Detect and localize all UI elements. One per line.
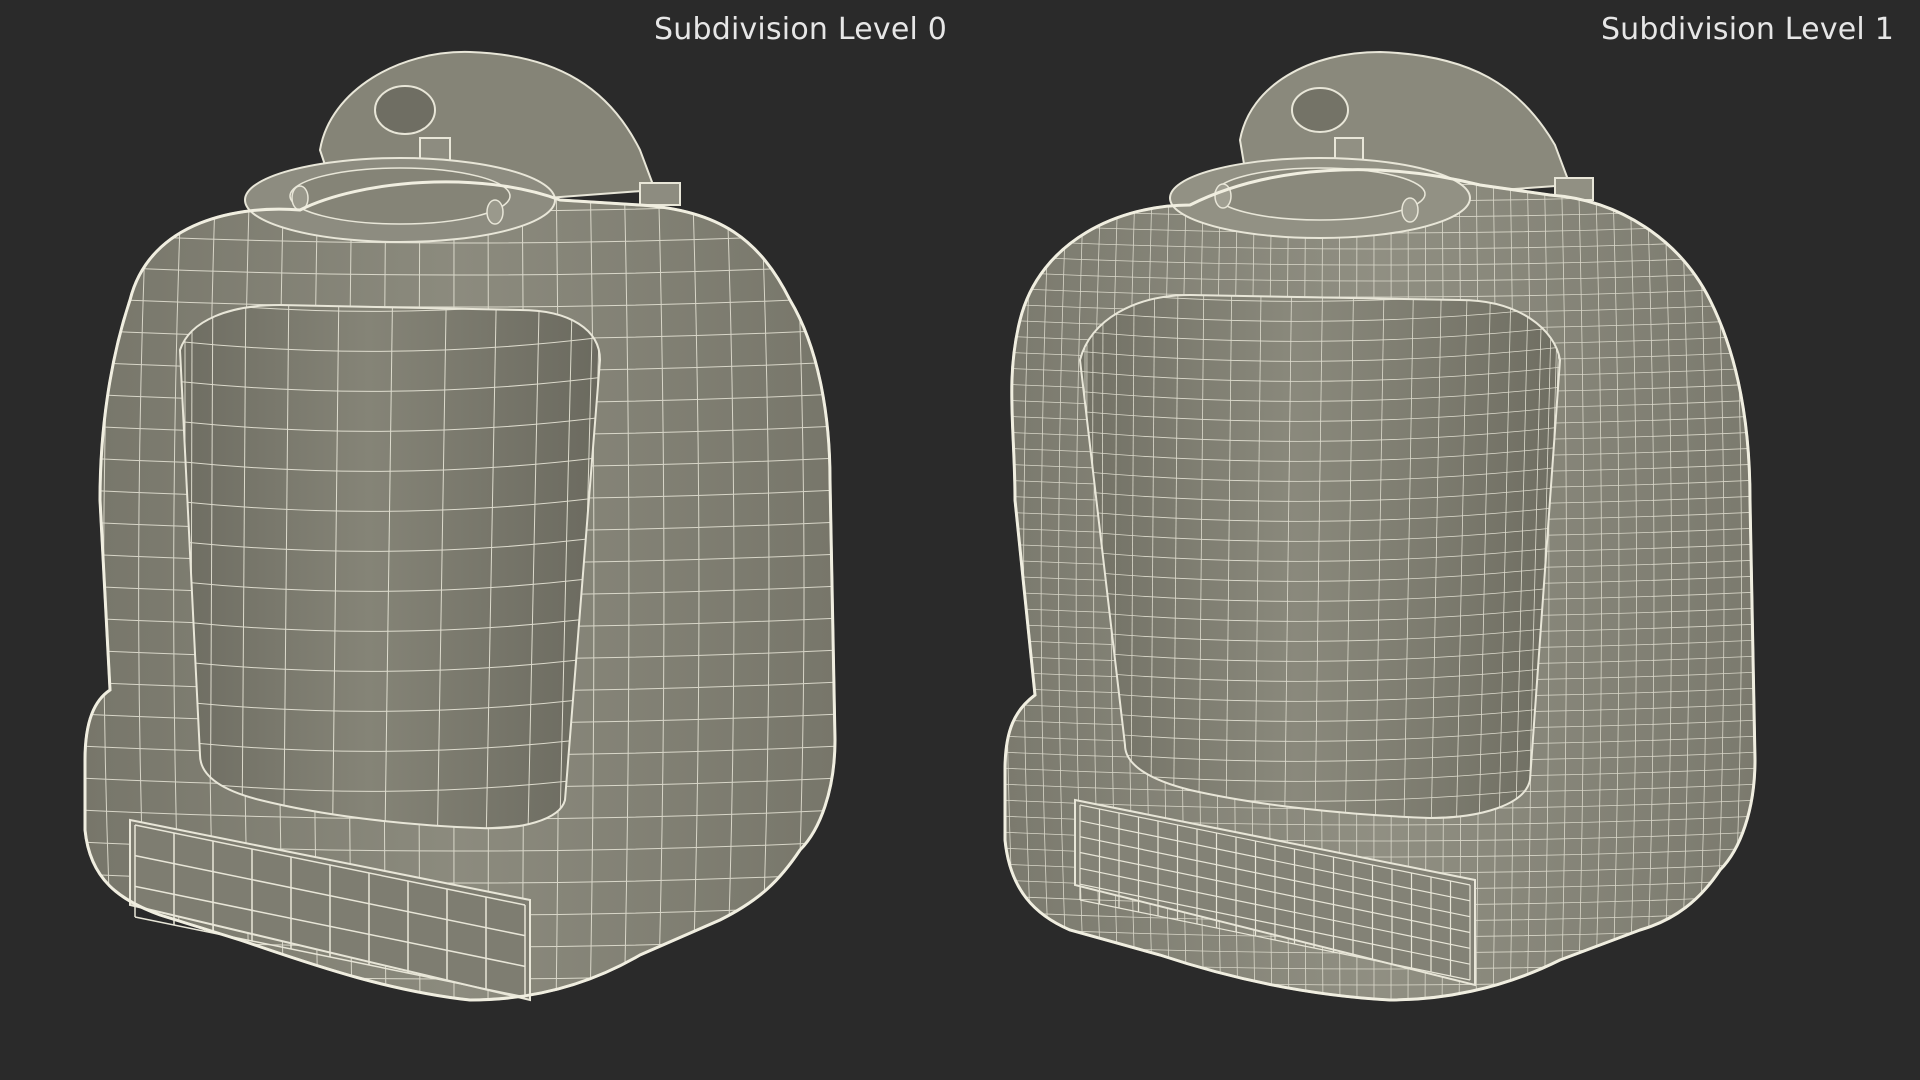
cylinder-window-mesh <box>178 303 602 830</box>
cylinder-window-mesh <box>1078 293 1562 820</box>
subdivision-level-0-label: Subdivision Level 0 <box>654 12 948 47</box>
lid-ring-mesh <box>244 157 556 243</box>
jukebox-model-subdivision-1 <box>1003 50 1757 1002</box>
render-viewport: Subdivision Level 0 Subdivision Level 1 <box>0 0 1920 1080</box>
jukebox-model-subdivision-0 <box>83 50 837 1002</box>
subdivision-level-1-label: Subdivision Level 1 <box>1600 12 1894 47</box>
